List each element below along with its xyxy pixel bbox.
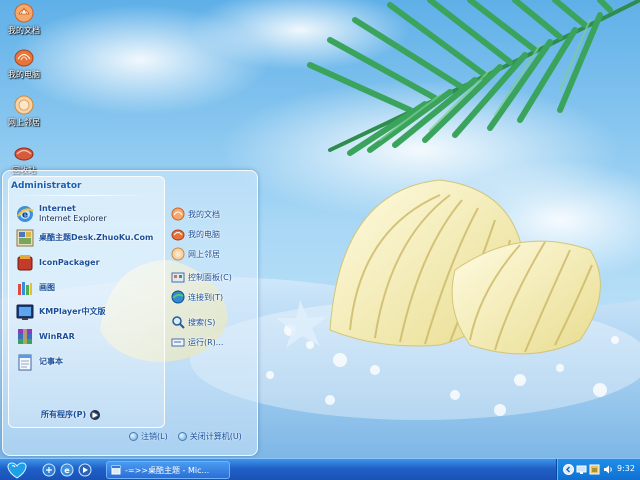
system-tray: 9:32 xyxy=(556,459,640,480)
program-internet-explorer[interactable]: e Internet Internet Explorer xyxy=(15,203,107,225)
start-menu-footer: 注销(L) 关闭计算机(U) xyxy=(129,431,252,442)
program-zhuoku[interactable]: 桌酷主题Desk.ZhuoKu.Com xyxy=(15,227,153,249)
tray-app-icon[interactable] xyxy=(589,464,600,475)
notepad-icon xyxy=(15,352,35,372)
computer-shell-icon xyxy=(13,46,35,68)
program-subtitle: Internet Explorer xyxy=(39,214,107,223)
documents-shell-icon xyxy=(13,2,35,24)
place-label: 我的文档 xyxy=(188,209,220,219)
place-label: 连接到(T) xyxy=(188,292,224,302)
connect-icon xyxy=(171,290,185,304)
control-panel-icon xyxy=(171,270,185,284)
user-name: Administrator xyxy=(11,181,82,191)
program-kmplayer[interactable]: KMPlayer中文版 xyxy=(15,301,106,323)
program-title: IconPackager xyxy=(39,258,100,267)
place-label: 控制面板(C) xyxy=(188,272,232,282)
window-app-icon xyxy=(111,465,121,475)
recycle-shell-icon xyxy=(13,142,35,164)
place-my-computer[interactable]: 我的电脑 xyxy=(171,225,220,243)
winrar-icon xyxy=(15,327,35,347)
run-icon xyxy=(171,335,185,349)
place-control-panel[interactable]: 控制面板(C) xyxy=(171,268,232,286)
place-label: 搜索(S) xyxy=(188,317,216,327)
desktop-icon-label: 我的电脑 xyxy=(8,70,40,79)
desktop-icon-network[interactable]: 网上邻居 xyxy=(2,94,46,128)
all-programs-label: 所有程序(P) xyxy=(41,410,87,419)
desktop-icon-my-documents[interactable]: 我的文档 xyxy=(2,2,46,36)
heart-logo-icon xyxy=(7,462,27,479)
documents-icon xyxy=(171,207,185,221)
desktop-icon-label: 我的文档 xyxy=(8,26,40,35)
place-network[interactable]: 网上邻居 xyxy=(171,245,220,263)
program-title: WinRAR xyxy=(39,332,75,341)
desktop-icon-label: 网上邻居 xyxy=(8,118,40,127)
all-programs-button[interactable]: 所有程序(P) ▶ xyxy=(41,409,101,420)
computer-icon xyxy=(171,227,185,241)
divider xyxy=(11,195,151,196)
clock: 9:32 xyxy=(617,464,635,473)
program-title: Internet xyxy=(39,204,76,213)
program-winrar[interactable]: WinRAR xyxy=(15,326,75,348)
taskbar-window-title: -=>>桌酷主题 - Mic... xyxy=(125,465,210,475)
iconpackager-icon xyxy=(15,253,35,273)
place-label: 网上邻居 xyxy=(188,249,220,259)
taskbar: e -=>>桌酷主题 - Mic... 9:32 xyxy=(0,458,640,480)
logoff-button[interactable]: 注销(L) xyxy=(129,431,168,442)
power-icon xyxy=(177,432,187,441)
network-icon xyxy=(171,247,185,261)
start-menu: Administrator e Internet Internet Explor… xyxy=(2,170,258,456)
arrow-right-icon: ▶ xyxy=(90,409,101,420)
start-button[interactable] xyxy=(2,460,32,480)
program-title: 画图 xyxy=(39,283,55,292)
tray-volume-icon[interactable] xyxy=(602,464,613,475)
shutdown-button[interactable]: 关闭计算机(U) xyxy=(177,431,242,442)
logoff-label: 注销(L) xyxy=(141,432,168,441)
taskbar-window-button[interactable]: -=>>桌酷主题 - Mic... xyxy=(106,461,230,479)
paint-icon xyxy=(15,278,35,298)
shutdown-label: 关闭计算机(U) xyxy=(189,432,242,441)
place-my-documents[interactable]: 我的文档 xyxy=(171,205,220,223)
program-notepad[interactable]: 记事本 xyxy=(15,351,63,373)
place-label: 运行(R)... xyxy=(188,337,224,347)
tray-back-icon[interactable] xyxy=(563,464,574,475)
program-title: KMPlayer中文版 xyxy=(39,307,106,316)
tray-network-icon[interactable] xyxy=(576,464,587,475)
place-search[interactable]: 搜索(S) xyxy=(171,313,215,331)
program-iconpackager[interactable]: IconPackager xyxy=(15,252,100,274)
svg-text:e: e xyxy=(22,211,28,221)
place-label: 我的电脑 xyxy=(188,229,220,239)
quicklaunch-desktop-icon[interactable] xyxy=(42,463,56,477)
kmplayer-icon xyxy=(15,302,35,322)
zhuoku-icon xyxy=(15,228,35,248)
place-run[interactable]: 运行(R)... xyxy=(171,333,223,351)
quicklaunch-media-icon[interactable] xyxy=(78,463,92,477)
network-shell-icon xyxy=(13,94,35,116)
place-connect-to[interactable]: 连接到(T) xyxy=(171,288,223,306)
svg-text:e: e xyxy=(64,466,70,475)
program-title: 桌酷主题Desk.ZhuoKu.Com xyxy=(39,233,154,242)
ie-icon: e xyxy=(15,204,35,224)
quicklaunch-ie-icon[interactable]: e xyxy=(60,463,74,477)
program-title: 记事本 xyxy=(39,357,63,366)
search-icon xyxy=(171,315,185,329)
program-paint[interactable]: 画图 xyxy=(15,277,55,299)
logoff-icon xyxy=(129,432,138,441)
desktop-icon-my-computer[interactable]: 我的电脑 xyxy=(2,46,46,80)
